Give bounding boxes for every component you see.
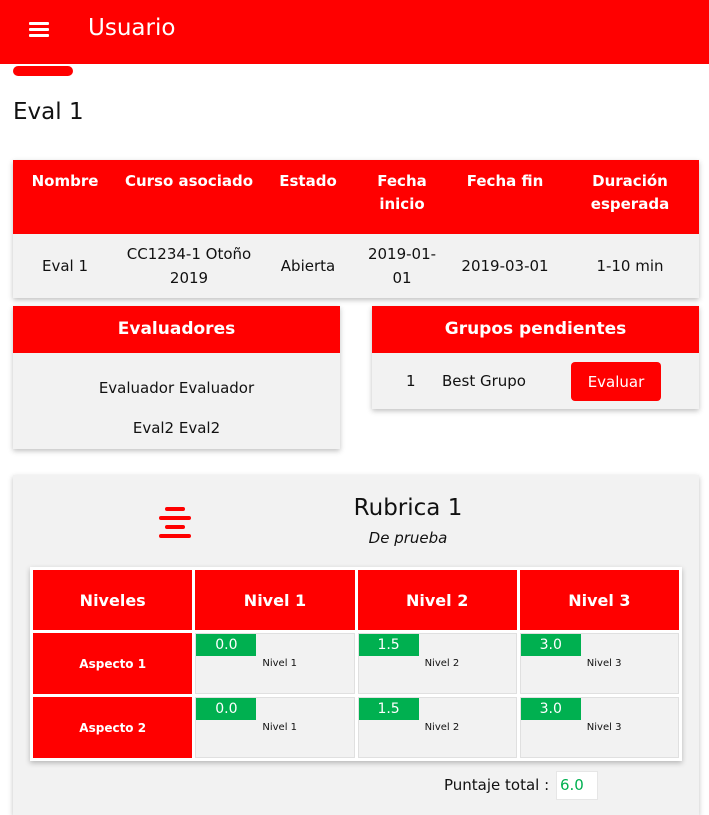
cell-duracion: 1-10 min [561,234,699,298]
rubrica-subtitle: De prueba [368,529,448,547]
level-label: Nivel 2 [424,722,460,733]
grupos-pendientes-card: Grupos pendientes 1 Best Grupo Evaluar [372,306,699,409]
level-cell[interactable]: 3.0 Nivel 3 [519,697,679,758]
cell-estado: Abierta [261,234,355,298]
level-label: Nivel 3 [586,722,622,733]
app-title: Usuario [88,15,176,41]
level-label: Nivel 1 [262,722,298,733]
evaluador-item: Eval2 Eval2 [132,419,221,437]
rubrica-header-row: Niveles Nivel 1 Nivel 2 Nivel 3 [33,570,679,630]
cell-fecha-fin: 2019-03-01 [449,234,561,298]
rubrica-row: Aspecto 1 0.0 Nivel 1 1.5 Nivel 2 3.0 Ni… [33,633,679,694]
header-nivel-3: Nivel 3 [519,570,679,630]
cell-curso: CC1234-1 Otoño 2019 [117,234,261,298]
top-app-bar: Usuario [0,0,709,64]
aspect-label: Aspecto 2 [33,697,193,758]
menu-icon[interactable] [29,20,51,38]
tab-indicator [13,66,73,76]
level-cell[interactable]: 0.0 Nivel 1 [195,633,355,694]
total-label: Puntaje total : [444,776,550,794]
level-cell[interactable]: 1.5 Nivel 2 [357,697,517,758]
level-cell[interactable]: 3.0 Nivel 3 [519,633,679,694]
header-nivel-2: Nivel 2 [357,570,517,630]
header-nivel-1: Nivel 1 [195,570,355,630]
column-header-curso: Curso asociado [117,160,261,234]
table-header-row: Nombre Curso asociado Estado Fecha inici… [13,160,699,234]
cell-nombre: Eval 1 [13,234,117,298]
table-row: Eval 1 CC1234-1 Otoño 2019 Abierta 2019-… [13,234,699,298]
column-header-nombre: Nombre [13,160,117,234]
evaluadores-title: Evaluadores [13,306,340,353]
score-badge: 1.5 [358,698,419,720]
page-title: Eval 1 [13,99,84,125]
column-header-fecha-fin: Fecha fin [449,160,561,234]
level-cell[interactable]: 0.0 Nivel 1 [195,697,355,758]
rubrica-row: Aspecto 2 0.0 Nivel 1 1.5 Nivel 2 3.0 Ni… [33,697,679,758]
evaluar-button[interactable]: Evaluar [571,362,661,401]
evaluador-item: Evaluador Evaluador [98,379,255,397]
grupo-number: 1 [406,372,416,390]
level-label: Nivel 3 [586,658,622,669]
column-header-estado: Estado [261,160,355,234]
level-cell[interactable]: 1.5 Nivel 2 [357,633,517,694]
score-badge: 3.0 [520,698,581,720]
rubrica-title: Rubrica 1 [353,495,463,521]
evaluation-info-table: Nombre Curso asociado Estado Fecha inici… [13,160,699,298]
header-niveles: Niveles [33,570,193,630]
score-badge: 0.0 [196,634,257,656]
score-badge: 3.0 [520,634,581,656]
cell-fecha-inicio: 2019-01-01 [355,234,449,298]
grupos-pendientes-title: Grupos pendientes [372,306,699,353]
score-badge: 1.5 [358,634,419,656]
rubrica-table: Niveles Nivel 1 Nivel 2 Nivel 3 Aspecto … [30,567,682,761]
level-label: Nivel 2 [424,658,460,669]
column-header-fecha-inicio: Fecha inicio [355,160,449,234]
total-value: 6.0 [556,771,598,800]
evaluadores-card: Evaluadores Evaluador Evaluador Eval2 Ev… [13,306,340,449]
grupo-name: Best Grupo [442,372,526,390]
column-header-duracion: Duración esperada [561,160,699,234]
rubrica-card: Rubrica 1 De prueba Niveles Nivel 1 Nive… [13,475,699,815]
aspect-label: Aspecto 1 [33,633,193,694]
score-badge: 0.0 [196,698,257,720]
level-label: Nivel 1 [262,658,298,669]
